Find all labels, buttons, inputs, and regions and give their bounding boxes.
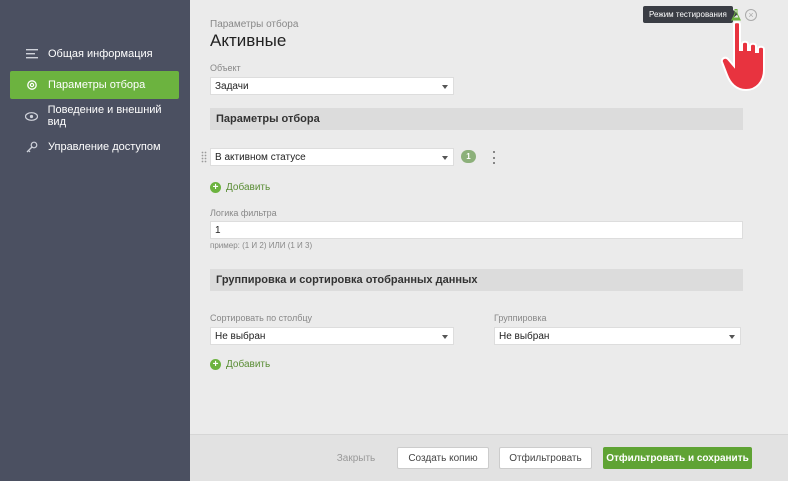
sidebar-item-label: Параметры отбора <box>48 79 146 91</box>
plus-circle-icon: + <box>210 359 221 370</box>
sort-column-select[interactable]: Не выбран <box>210 327 454 345</box>
sidebar-item-label: Управление доступом <box>48 141 161 153</box>
list-icon <box>25 47 39 61</box>
filter-logic-hint: пример: (1 И 2) ИЛИ (1 И 3) <box>210 241 313 250</box>
chevron-down-icon <box>442 85 448 89</box>
grouping-label: Группировка <box>494 313 547 323</box>
object-select-value: Задачи <box>215 80 249 92</box>
gear-icon <box>25 78 39 92</box>
filter-logic-input[interactable]: 1 <box>210 221 743 239</box>
add-sort-link[interactable]: + Добавить <box>210 359 270 370</box>
sidebar-item-label: Поведение и внешний вид <box>47 104 162 128</box>
chevron-down-icon <box>729 335 735 339</box>
plus-circle-icon: + <box>210 182 221 193</box>
create-copy-button[interactable]: Создать копию <box>397 447 489 469</box>
sort-column-value: Не выбран <box>215 330 266 342</box>
filter-logic-label: Логика фильтра <box>210 208 277 218</box>
chevron-down-icon <box>442 335 448 339</box>
add-filter-link[interactable]: + Добавить <box>210 182 270 193</box>
sidebar-item-access[interactable]: Управление доступом <box>10 133 179 161</box>
object-label: Объект <box>210 63 241 73</box>
object-select[interactable]: Задачи <box>210 77 454 95</box>
condition-number-badge: 1 <box>461 150 476 163</box>
main-panel <box>190 0 788 434</box>
drag-handle-icon[interactable] <box>201 151 207 163</box>
add-sort-label: Добавить <box>226 359 271 370</box>
grouping-value: Не выбран <box>499 330 550 342</box>
filter-button[interactable]: Отфильтровать <box>499 447 592 469</box>
chevron-down-icon <box>442 156 448 160</box>
hand-pointer-icon <box>720 21 765 92</box>
sort-label: Сортировать по столбцу <box>210 313 313 323</box>
filter-condition-value: В активном статусе <box>215 151 306 163</box>
filter-condition-select[interactable]: В активном статусе <box>210 148 454 166</box>
filter-params-section: Параметры отбора <box>210 108 743 130</box>
sidebar-item-label: Общая информация <box>48 48 153 60</box>
key-icon <box>25 140 39 154</box>
filter-logic-value: 1 <box>215 224 221 236</box>
page-title: Активные <box>210 31 287 50</box>
sidebar-item-general-info[interactable]: Общая информация <box>10 40 179 68</box>
grouping-select[interactable]: Не выбран <box>494 327 741 345</box>
sidebar-item-filter-params[interactable]: Параметры отбора <box>10 71 179 99</box>
filter-and-save-button[interactable]: Отфильтровать и сохранить <box>603 447 752 469</box>
section-title: Группировка и сортировка отобранных данн… <box>216 274 478 286</box>
eye-icon <box>25 109 39 123</box>
add-filter-label: Добавить <box>226 182 271 193</box>
breadcrumb: Параметры отбора <box>210 19 299 30</box>
close-button[interactable]: Закрыть <box>331 447 381 469</box>
grouping-section: Группировка и сортировка отобранных данн… <box>210 269 743 291</box>
sidebar: Общая информация Параметры отбора Поведе… <box>0 0 190 481</box>
sidebar-item-behavior[interactable]: Поведение и внешний вид <box>10 102 179 130</box>
more-vertical-icon[interactable] <box>492 151 496 164</box>
section-title: Параметры отбора <box>216 113 320 125</box>
